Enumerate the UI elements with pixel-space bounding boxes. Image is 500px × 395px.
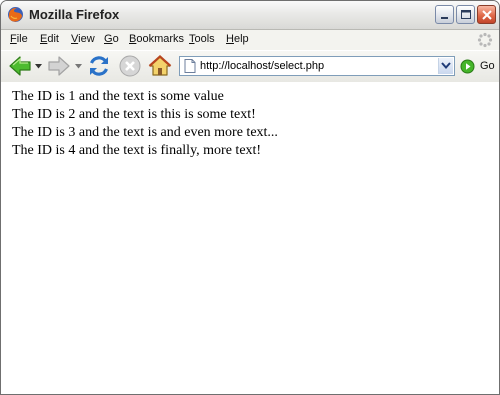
content-line-4: The ID is 4 and the text is finally, mor… bbox=[12, 143, 262, 158]
address-bar[interactable] bbox=[179, 56, 455, 76]
menu-tools[interactable]: Tools bbox=[189, 33, 215, 45]
back-dropdown-icon[interactable] bbox=[35, 64, 42, 69]
url-input[interactable] bbox=[200, 58, 430, 74]
menu-help[interactable]: Help bbox=[226, 33, 249, 45]
browser-window: Mozilla Firefox File Edit View Go Bookma… bbox=[0, 0, 500, 395]
minimize-icon bbox=[441, 17, 448, 19]
go-button-label[interactable]: Go bbox=[480, 60, 495, 72]
menu-bar: File Edit View Go Bookmarks Tools Help bbox=[1, 30, 499, 50]
content-line-3: The ID is 3 and the text is and even mor… bbox=[12, 125, 278, 140]
close-button[interactable] bbox=[477, 5, 496, 24]
menu-file[interactable]: File bbox=[10, 33, 28, 45]
stop-icon[interactable] bbox=[119, 55, 141, 77]
minimize-button[interactable] bbox=[435, 5, 454, 24]
forward-arrow-icon[interactable] bbox=[47, 55, 71, 77]
menu-view[interactable]: View bbox=[71, 33, 95, 45]
page-icon bbox=[184, 59, 196, 73]
home-icon[interactable] bbox=[148, 54, 172, 78]
maximize-button[interactable] bbox=[456, 5, 475, 24]
back-arrow-icon[interactable] bbox=[8, 55, 32, 77]
window-title: Mozilla Firefox bbox=[29, 7, 120, 22]
throbber-icon bbox=[477, 32, 493, 48]
menu-edit[interactable]: Edit bbox=[40, 33, 59, 45]
menu-go[interactable]: Go bbox=[104, 33, 119, 45]
menu-bookmarks[interactable]: Bookmarks bbox=[129, 33, 184, 45]
content-line-2: The ID is 2 and the text is this is some… bbox=[12, 107, 256, 122]
title-bar: Mozilla Firefox bbox=[1, 1, 499, 30]
maximize-icon bbox=[461, 10, 471, 19]
go-icon[interactable] bbox=[460, 59, 475, 74]
firefox-logo-icon bbox=[8, 7, 23, 22]
chevron-down-icon bbox=[441, 62, 451, 70]
forward-dropdown-icon[interactable] bbox=[75, 64, 82, 69]
navigation-toolbar: Go bbox=[1, 50, 499, 83]
page-content: The ID is 1 and the text is some value T… bbox=[1, 82, 499, 394]
close-icon bbox=[482, 10, 492, 20]
content-line-1: The ID is 1 and the text is some value bbox=[12, 89, 224, 104]
reload-icon[interactable] bbox=[87, 54, 111, 78]
url-history-dropdown[interactable] bbox=[438, 58, 453, 74]
